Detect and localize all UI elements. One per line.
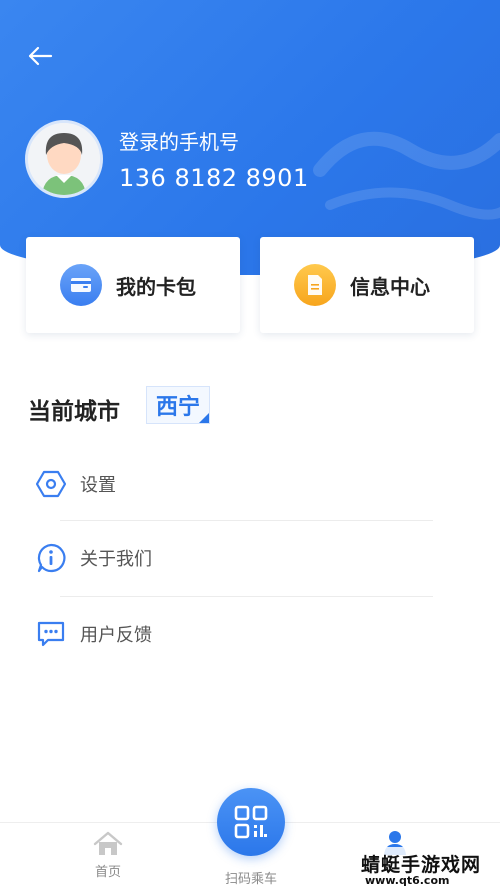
tab-home-label: 首页	[94, 865, 121, 880]
menu-label-feedback: 用户反馈	[80, 625, 152, 646]
phone-number: 136 8182 8901	[119, 164, 309, 192]
back-arrow-icon	[28, 46, 53, 66]
calligraphy-watermark-icon	[313, 131, 500, 220]
user-avatar-icon	[28, 123, 100, 195]
home-icon	[93, 831, 123, 855]
wallet-icon	[60, 264, 102, 306]
avatar[interactable]	[25, 120, 103, 198]
scan-qr-button[interactable]	[217, 788, 285, 856]
back-button[interactable]	[24, 40, 56, 72]
menu-item-about[interactable]: 关于我们	[0, 528, 500, 588]
city-selector[interactable]: 西宁	[146, 386, 210, 424]
phone-label: 登录的手机号	[119, 130, 239, 154]
menu-item-settings[interactable]: 设置	[0, 454, 500, 514]
scan-qr-label: 扫码乘车	[224, 872, 277, 887]
corner-triangle-icon	[199, 413, 209, 423]
watermark-title: 蜻蜓手游戏网	[361, 854, 482, 876]
feedback-icon	[35, 618, 67, 650]
menu-label-about: 关于我们	[80, 549, 152, 570]
tab-home[interactable]: 首页	[86, 831, 130, 880]
menu-label-settings: 设置	[80, 475, 116, 496]
city-value: 西宁	[155, 395, 200, 420]
qr-code-icon	[234, 805, 268, 839]
divider	[60, 596, 433, 597]
divider	[60, 520, 433, 521]
menu-item-feedback[interactable]: 用户反馈	[0, 604, 500, 664]
my-wallet-card[interactable]: 我的卡包	[26, 237, 240, 333]
settings-icon	[35, 468, 67, 500]
document-icon	[294, 264, 336, 306]
my-wallet-label: 我的卡包	[116, 274, 196, 299]
info-icon	[35, 542, 67, 574]
watermark-url: www.qt6.com	[365, 874, 450, 887]
info-center-label: 信息中心	[350, 274, 430, 299]
info-center-card[interactable]: 信息中心	[260, 237, 474, 333]
current-city-label: 当前城市	[28, 399, 120, 425]
